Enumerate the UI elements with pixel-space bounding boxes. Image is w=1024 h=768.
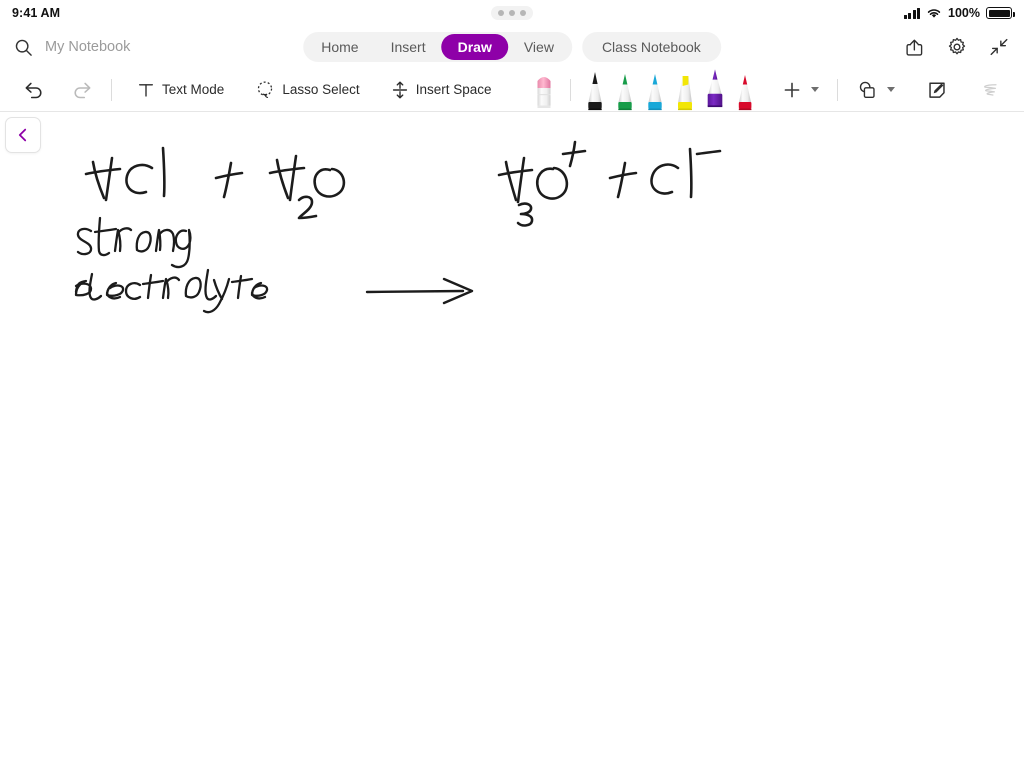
collapse-icon[interactable]: [988, 36, 1010, 58]
insert-space-button[interactable]: Insert Space: [382, 77, 501, 103]
shapes-icon: [859, 81, 875, 98]
chevron-down-icon: [886, 87, 895, 92]
notebook-identity: My Notebook: [14, 38, 130, 57]
tab-view[interactable]: View: [508, 34, 570, 60]
tab-class-notebook[interactable]: Class Notebook: [584, 34, 719, 60]
text-mode-button[interactable]: Text Mode: [128, 78, 233, 102]
gear-icon[interactable]: [946, 36, 968, 58]
notebook-title[interactable]: My Notebook: [45, 39, 130, 55]
status-indicators: 100%: [903, 6, 1015, 20]
cellular-signal-icon: [903, 7, 921, 19]
ribbon-divider: [110, 78, 112, 101]
handwritten-ink-equation: [74, 140, 722, 314]
pen-icon: [707, 68, 723, 107]
ribbon-tab-bar: Home Insert Draw View Class Notebook: [303, 32, 721, 62]
redo-button[interactable]: [62, 76, 102, 104]
ink-scribble-icon: [984, 83, 997, 96]
battery-percent-label: 100%: [948, 6, 980, 20]
tab-draw[interactable]: Draw: [441, 34, 508, 60]
ink-replay-button[interactable]: [970, 76, 1010, 104]
tab-insert[interactable]: Insert: [375, 34, 442, 60]
note-canvas[interactable]: [0, 112, 1024, 768]
undo-icon: [25, 82, 42, 98]
pen-divider: [569, 78, 571, 101]
note-edit-icon: [929, 81, 945, 98]
pen-icon: [588, 71, 602, 110]
pen-green[interactable]: [610, 68, 640, 112]
wifi-icon: [927, 9, 941, 18]
pen-purple[interactable]: [700, 68, 730, 112]
plus-icon: [784, 82, 800, 97]
battery-full-icon: [986, 7, 1015, 19]
pen-tray: [580, 68, 760, 112]
highlighter-yellow[interactable]: [670, 68, 700, 112]
status-time: 9:41 AM: [12, 6, 61, 20]
onenote-app-window: 9:41 AM 100% My Notebook Home Insert Dra…: [0, 0, 1024, 768]
top-bar-actions: [904, 36, 1010, 58]
share-icon[interactable]: [904, 36, 926, 58]
pen-red[interactable]: [730, 68, 760, 112]
insert-space-label: Insert Space: [415, 82, 492, 97]
chevron-down-icon: [810, 87, 819, 92]
ipad-status-bar: 9:41 AM 100%: [0, 0, 1024, 26]
main-tab-group: Home Insert Draw View: [303, 32, 572, 62]
text-mode-label: Text Mode: [161, 82, 225, 97]
shapes-button[interactable]: [847, 76, 904, 104]
undo-button[interactable]: [14, 76, 54, 104]
shapes-divider: [836, 78, 838, 101]
redo-icon: [74, 82, 90, 98]
tab-home[interactable]: Home: [305, 34, 374, 60]
draw-ribbon: Text Mode Lasso Select Insert Space: [0, 68, 1024, 112]
pen-icon: [648, 73, 662, 110]
search-icon[interactable]: [14, 38, 33, 57]
lasso-select-button[interactable]: Lasso Select: [246, 77, 368, 103]
app-top-bar: My Notebook Home Insert Draw View Class …: [0, 26, 1024, 68]
pen-icon: [618, 73, 632, 110]
eraser-tray: [527, 68, 561, 112]
class-notebook-tab-group: Class Notebook: [581, 32, 721, 62]
lasso-select-icon: [258, 80, 273, 98]
sticky-note-button[interactable]: [917, 76, 957, 104]
eraser-tool[interactable]: [527, 68, 561, 112]
highlighter-icon: [677, 75, 692, 110]
insert-space-icon: [392, 81, 407, 98]
lasso-select-label: Lasso Select: [282, 82, 360, 97]
pen-blue[interactable]: [640, 68, 670, 112]
eraser-icon: [537, 76, 551, 108]
pen-icon: [738, 74, 752, 110]
text-mode-icon: [138, 83, 153, 97]
multitasking-dots-icon[interactable]: [491, 6, 533, 20]
pen-black[interactable]: [580, 68, 610, 112]
add-pen-button[interactable]: [773, 77, 828, 103]
